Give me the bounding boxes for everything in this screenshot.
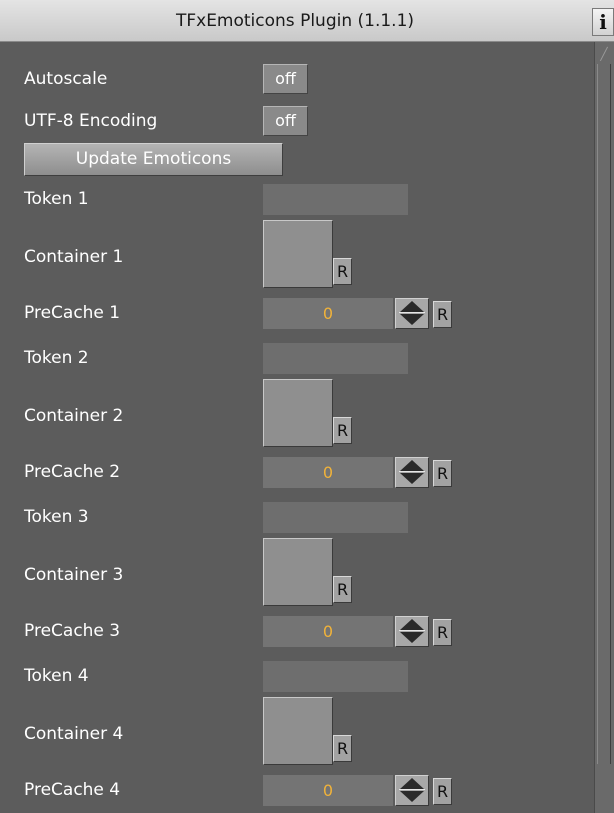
precache-input[interactable]: 0 — [263, 457, 393, 488]
container-label: Container 3 — [24, 565, 124, 585]
container-drop-slot[interactable] — [263, 379, 333, 447]
info-icon[interactable]: i — [592, 8, 614, 36]
spinner-divider — [399, 312, 425, 313]
scroll-thumb[interactable] — [597, 64, 611, 764]
update-emoticons-button[interactable]: Update Emoticons — [24, 143, 283, 176]
spin-down-icon[interactable] — [400, 473, 424, 484]
container-reset-button[interactable]: R — [333, 735, 352, 762]
vertical-scrollbar[interactable]: ╱ — [594, 42, 614, 813]
container-drop-slot[interactable] — [263, 697, 333, 765]
spinner-divider — [399, 630, 425, 631]
token-label: Token 3 — [24, 507, 89, 527]
utf8-encoding-toggle[interactable]: off — [263, 106, 308, 136]
precache-label: PreCache 3 — [24, 621, 121, 641]
utf8-encoding-label: UTF-8 Encoding — [24, 111, 158, 131]
token-input[interactable] — [263, 661, 408, 692]
token-input[interactable] — [263, 184, 408, 215]
precache-reset-button[interactable]: R — [433, 619, 452, 646]
scroll-track[interactable] — [597, 64, 611, 809]
token-label: Token 2 — [24, 348, 89, 368]
container-reset-button[interactable]: R — [333, 417, 352, 444]
spinner-divider — [399, 471, 425, 472]
token-label: Token 4 — [24, 666, 89, 686]
container-drop-slot[interactable] — [263, 220, 333, 288]
precache-reset-button[interactable]: R — [433, 778, 452, 805]
precache-reset-button[interactable]: R — [433, 301, 452, 328]
precache-reset-button[interactable]: R — [433, 460, 452, 487]
container-reset-button[interactable]: R — [333, 258, 352, 285]
spin-up-icon[interactable] — [400, 460, 424, 471]
up-down-arrows-icon[interactable] — [395, 457, 429, 488]
spin-up-icon[interactable] — [400, 301, 424, 312]
autoscale-toggle[interactable]: off — [263, 64, 308, 94]
container-reset-button[interactable]: R — [333, 576, 352, 603]
window-title: TFxEmoticons Plugin (1.1.1) — [175, 11, 415, 31]
title-bar: TFxEmoticons Plugin (1.1.1) i — [0, 0, 614, 42]
up-down-arrows-icon[interactable] — [395, 616, 429, 647]
precache-input[interactable]: 0 — [263, 616, 393, 647]
up-down-arrows-icon[interactable] — [395, 775, 429, 806]
autoscale-label: Autoscale — [24, 69, 108, 89]
spin-down-icon[interactable] — [400, 632, 424, 643]
scroll-up-arrow-icon[interactable]: ╱ — [597, 46, 611, 62]
up-down-arrows-icon[interactable] — [395, 298, 429, 329]
token-label: Token 1 — [24, 189, 89, 209]
precache-input[interactable]: 0 — [263, 298, 393, 329]
spin-down-icon[interactable] — [400, 314, 424, 325]
container-label: Container 2 — [24, 406, 124, 426]
precache-label: PreCache 4 — [24, 780, 121, 800]
spin-down-icon[interactable] — [400, 791, 424, 802]
spin-up-icon[interactable] — [400, 619, 424, 630]
spinner-divider — [399, 789, 425, 790]
precache-label: PreCache 2 — [24, 462, 121, 482]
precache-label: PreCache 1 — [24, 303, 121, 323]
token-input[interactable] — [263, 343, 408, 374]
container-label: Container 4 — [24, 724, 124, 744]
container-label: Container 1 — [24, 247, 124, 267]
spin-up-icon[interactable] — [400, 778, 424, 789]
precache-input[interactable]: 0 — [263, 775, 393, 806]
token-input[interactable] — [263, 502, 408, 533]
container-drop-slot[interactable] — [263, 538, 333, 606]
